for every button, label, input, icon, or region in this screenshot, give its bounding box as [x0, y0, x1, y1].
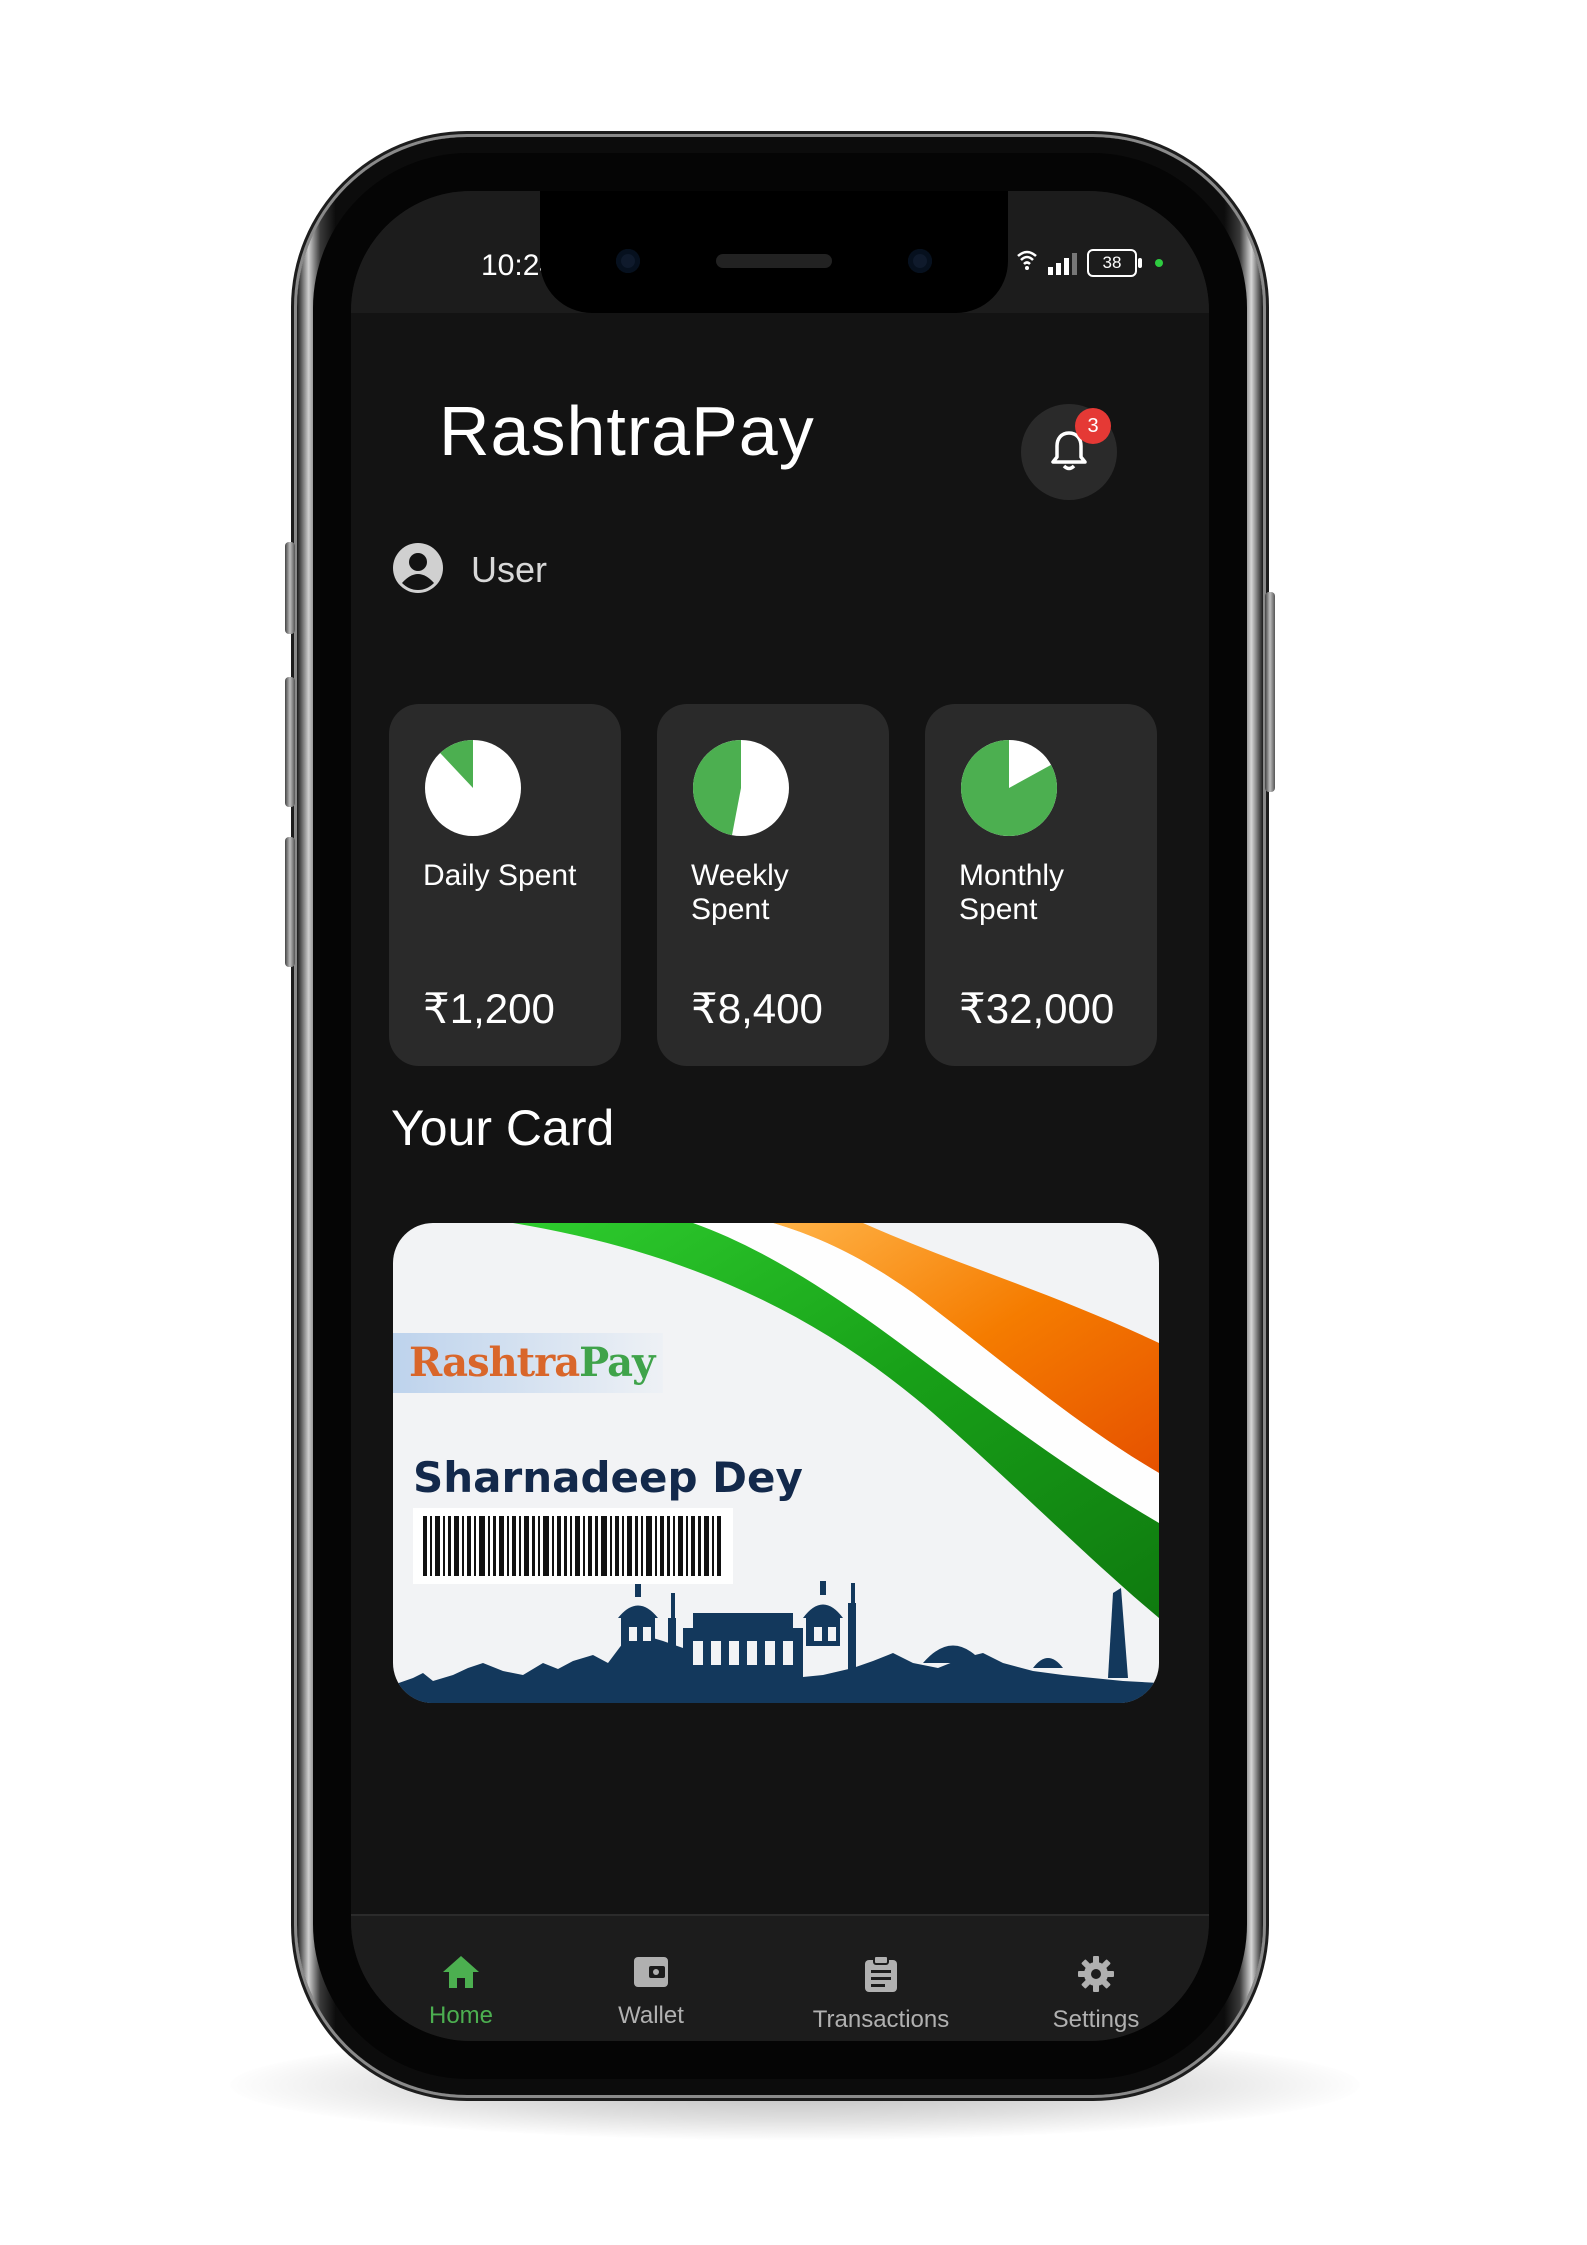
user-row[interactable]: User: [391, 541, 547, 599]
weekly-spent-pie-slice: [693, 740, 741, 836]
daily-spent-label: Daily Spent: [423, 859, 577, 892]
nav-transactions[interactable]: Transactions: [791, 1954, 971, 2034]
your-card-heading: Your Card: [391, 1100, 615, 1156]
monthly-spent-value: ₹32,000: [959, 985, 1115, 1032]
daily-spent-value: ₹1,200: [423, 985, 555, 1032]
mute-switch: [285, 542, 295, 634]
notch: [540, 191, 1008, 313]
card-brand-logo: RashtraPay: [409, 1339, 655, 1386]
card-barcode: [413, 1508, 733, 1584]
card-brand-part1: Rashtra: [409, 1339, 580, 1386]
account-icon: [391, 541, 445, 599]
wallet-icon: [631, 1954, 671, 1994]
weekly-spent-value: ₹8,400: [691, 985, 823, 1032]
power-button: [1265, 592, 1275, 792]
app-screen: 10:24 38 RashtraPay 3 User Daily Spent ₹…: [351, 191, 1209, 2041]
monthly-spent-card[interactable]: Monthly Spent ₹32,000: [925, 704, 1157, 1066]
weekly-spent-pie-chart: [693, 740, 789, 836]
volume-up-button: [285, 677, 295, 807]
daily-spent-pie-chart: [425, 740, 521, 836]
nav-settings[interactable]: Settings: [1031, 1954, 1161, 2034]
monthly-spent-pie-chart: [960, 740, 1057, 836]
clipboard-icon: [862, 1954, 900, 1998]
nav-settings-label: Settings: [1052, 2006, 1140, 2033]
rashtrapay-card[interactable]: RashtraPay Sharnadeep Dey: [393, 1223, 1159, 1703]
gear-icon: [1076, 1954, 1116, 1998]
face-sensor: [908, 249, 932, 273]
monthly-spent-label: Monthly Spent: [959, 859, 1065, 926]
daily-spent-card[interactable]: Daily Spent ₹1,200: [389, 704, 621, 1066]
privacy-indicator-dot: [1155, 259, 1163, 267]
wifi-icon: [1016, 247, 1038, 279]
app-title: RashtraPay: [439, 392, 815, 470]
nav-home-label: Home: [428, 2002, 494, 2029]
weekly-spent-label: Weekly Spent: [691, 859, 789, 926]
earpiece-speaker: [716, 254, 832, 268]
notifications-button[interactable]: 3: [1021, 404, 1117, 500]
status-icons: 38: [1016, 247, 1163, 279]
nav-home[interactable]: Home: [401, 1954, 521, 2030]
nav-transactions-label: Transactions: [812, 2006, 950, 2033]
phone-frame: 10:24 38 RashtraPay 3 User Daily Spent ₹…: [285, 137, 1275, 2095]
weekly-spent-card[interactable]: Weekly Spent ₹8,400: [657, 704, 889, 1066]
user-name: User: [471, 549, 548, 590]
nav-wallet[interactable]: Wallet: [591, 1954, 711, 2030]
card-brand-part2: Pay: [579, 1339, 655, 1386]
home-icon: [441, 1954, 481, 1994]
battery-icon: 38: [1087, 249, 1142, 277]
front-camera: [616, 249, 640, 273]
bottom-navigation: Home Wallet Transactions Settings: [351, 1914, 1209, 2041]
card-holder-name: Sharnadeep Dey: [413, 1453, 803, 1502]
nav-wallet-label: Wallet: [618, 2002, 684, 2029]
signal-icon: [1048, 251, 1077, 275]
notification-badge: 3: [1075, 408, 1111, 444]
status-bar: 10:24 38: [351, 191, 1209, 313]
volume-down-button: [285, 837, 295, 967]
